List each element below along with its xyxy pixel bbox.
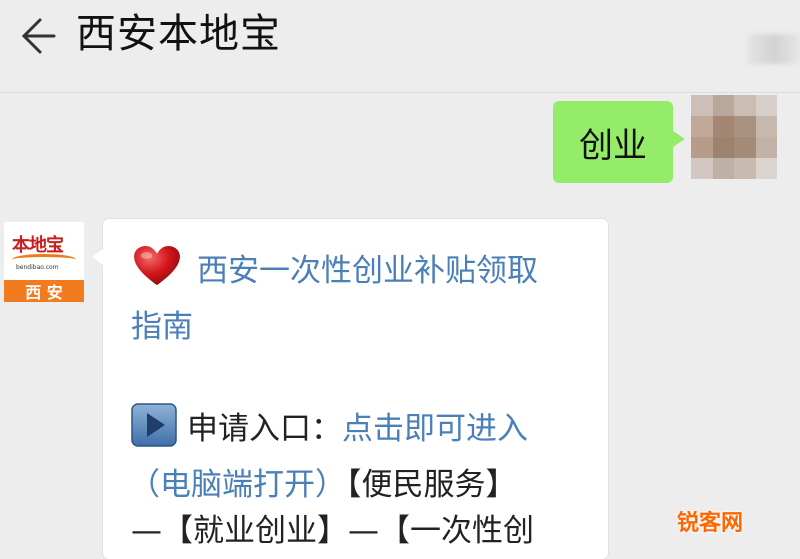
path-part-2: —【就业创业】—【一次性创 bbox=[131, 513, 534, 549]
chat-header: 西安本地宝 bbox=[0, 0, 800, 93]
bot-avatar[interactable]: 本地宝 bendibao.com 西 安 bbox=[4, 222, 84, 302]
logo-city: 西 安 bbox=[4, 280, 84, 302]
logo-domain: bendibao.com bbox=[16, 264, 59, 271]
watermark-logo: 锐客网 bbox=[677, 511, 744, 536]
apply-label: 申请入口： bbox=[187, 411, 342, 447]
user-avatar[interactable] bbox=[691, 95, 777, 179]
path-part-1: 【便民服务】 bbox=[346, 467, 517, 503]
more-options-blur[interactable] bbox=[748, 34, 800, 64]
user-message-text: 创业 bbox=[579, 125, 647, 166]
open-hint: （电脑端打开） bbox=[129, 467, 346, 503]
message-title-line-2: 指南 bbox=[131, 303, 193, 351]
heart-icon bbox=[134, 245, 180, 286]
apply-link[interactable]: 点击即可进入 bbox=[342, 411, 528, 447]
path-line-1: （电脑端打开）【便民服务】 bbox=[129, 461, 517, 509]
path-line-2: —【就业创业】—【一次性创 bbox=[131, 507, 534, 555]
guide-title-link-cont[interactable]: 指南 bbox=[131, 309, 193, 345]
message-title-line: 西安一次性创业补贴领取 bbox=[131, 245, 538, 295]
play-icon bbox=[131, 403, 177, 447]
guide-title-link[interactable]: 西安一次性创业补贴领取 bbox=[197, 253, 538, 289]
bot-message-bubble: 西安一次性创业补贴领取 指南 申请入口：点击即可进入 （电脑端打开）【便民服务】… bbox=[92, 219, 608, 559]
user-message-bubble[interactable]: 创业 bbox=[553, 101, 685, 183]
chat-title: 西安本地宝 bbox=[76, 11, 281, 57]
logo-top: 本地宝 bendibao.com bbox=[4, 222, 84, 280]
back-arrow-icon[interactable] bbox=[14, 14, 58, 58]
apply-entry-line: 申请入口：点击即可进入 bbox=[131, 403, 528, 453]
